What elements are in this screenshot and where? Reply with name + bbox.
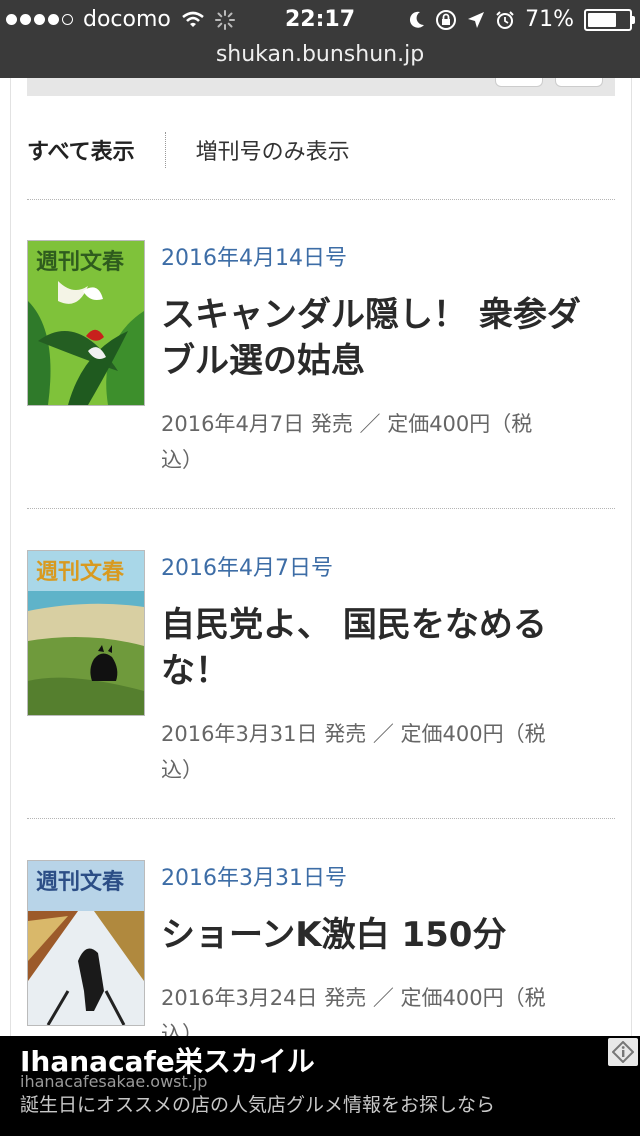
- divider: [27, 508, 615, 509]
- ad-banner[interactable]: Ihanacafe栄スカイル ihanacafesakae.owst.jp 誕生…: [0, 1036, 640, 1136]
- battery-icon: [584, 8, 635, 31]
- issue-item[interactable]: 週刊文春 2016年4月7日号 自民党よ、 国民をなめる な！ 2016年3月3…: [27, 550, 615, 782]
- search-area: [27, 78, 615, 96]
- ad-url[interactable]: ihanacafesakae.owst.jp: [20, 1072, 207, 1091]
- page-content: すべて表示 増刊号のみ表示 週刊文春 2016年4月14日号 スキャンダル隠し！…: [10, 78, 632, 1046]
- rotation-lock-icon: [436, 9, 457, 30]
- issue-date-link[interactable]: 2016年3月31日号: [161, 860, 347, 892]
- url-bar[interactable]: shukan.bunshun.jp: [0, 42, 640, 67]
- ad-choices-icon[interactable]: [608, 1038, 638, 1066]
- issue-release-info: 2016年3月31日 発売 ／ 定価400円（税 込）: [161, 722, 546, 782]
- alarm-icon: [496, 10, 514, 29]
- filter-all-link[interactable]: すべて表示: [27, 134, 165, 166]
- search-submit-button[interactable]: [555, 78, 603, 87]
- issue-headline[interactable]: 自民党よ、 国民をなめる な！: [161, 602, 611, 694]
- location-arrow-icon: [468, 11, 485, 28]
- issue-filter: すべて表示 増刊号のみ表示: [27, 130, 350, 170]
- issue-item[interactable]: 週刊文春 2016年4月14日号 スキャンダル隠し！ 衆参ダ ブル選の姑息 20…: [27, 240, 615, 472]
- issue-headline[interactable]: スキャンダル隠し！ 衆参ダ ブル選の姑息: [161, 292, 611, 384]
- moon-icon: [410, 11, 425, 28]
- divider: [27, 199, 615, 200]
- ad-description[interactable]: 誕生日にオススメの店の人気店グルメ情報をお探しなら: [20, 1090, 495, 1117]
- magazine-cover[interactable]: 週刊文春: [27, 550, 145, 716]
- issue-item[interactable]: 週刊文春 2016年3月31日号 ショーンK激白 150分 2016年3月24日…: [27, 860, 615, 1046]
- search-option-button[interactable]: [495, 78, 543, 87]
- issue-headline[interactable]: ショーンK激白 150分: [161, 912, 611, 958]
- magazine-cover[interactable]: 週刊文春: [27, 240, 145, 406]
- cover-title: 週刊文春: [36, 869, 124, 895]
- cover-title: 週刊文春: [36, 559, 124, 585]
- divider: [27, 818, 615, 819]
- browser-top-bar: docomo 22:17 71% shukan.bunshun.jp: [0, 0, 640, 78]
- status-bar: docomo 22:17 71%: [0, 0, 640, 40]
- issue-date-link[interactable]: 2016年4月7日号: [161, 550, 333, 582]
- cover-title: 週刊文春: [36, 249, 124, 275]
- issue-date-link[interactable]: 2016年4月14日号: [161, 240, 347, 272]
- battery-percent: 71%: [525, 7, 574, 32]
- issue-release-info: 2016年4月7日 発売 ／ 定価400円（税 込）: [161, 412, 533, 472]
- filter-special-issues-link[interactable]: 増刊号のみ表示: [166, 134, 350, 166]
- magazine-cover[interactable]: 週刊文春: [27, 860, 145, 1026]
